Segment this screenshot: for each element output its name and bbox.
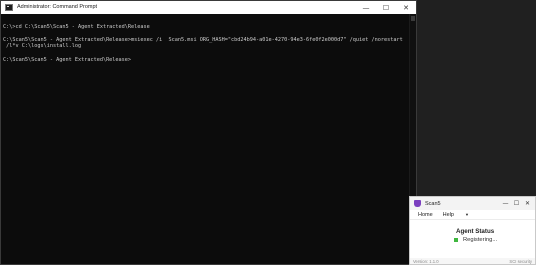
- console-prompt-line: C:\Scan5\Scan5 - Agent Extracted\Release…: [3, 56, 132, 63]
- close-button[interactable]: ✕: [522, 197, 533, 210]
- maximize-button[interactable]: ☐: [511, 197, 522, 210]
- command-prompt-window: Administrator: Command Prompt — ☐ ✕ C:\>…: [0, 0, 417, 265]
- cmd-window-title: Administrator: Command Prompt: [17, 4, 98, 10]
- vendor-label: SCI security: [509, 258, 532, 264]
- close-button[interactable]: ✕: [396, 1, 416, 14]
- terminal-icon: [5, 4, 13, 11]
- agent-status-row: Registering...: [454, 237, 497, 243]
- console-line: C:\>cd C:\Scan5\Scan5 - Agent Extracted\…: [3, 23, 150, 30]
- scan5-titlebar[interactable]: Scan5 — ☐ ✕: [410, 197, 535, 210]
- scan5-footer: Version: 1.1.0 SCI security: [410, 258, 535, 264]
- maximize-button[interactable]: ☐: [376, 1, 396, 14]
- version-label: Version: 1.1.0: [413, 258, 439, 264]
- scan5-window: Scan5 — ☐ ✕ Home Help ▼ Agent Status Regi…: [409, 196, 536, 265]
- agent-status-heading: Agent Status: [456, 228, 495, 235]
- cmd-window-controls: — ☐ ✕: [356, 1, 416, 14]
- console-line: C:\Scan5\Scan5 - Agent Extracted\Release…: [3, 36, 403, 43]
- cmd-titlebar[interactable]: Administrator: Command Prompt — ☐ ✕: [1, 1, 416, 14]
- menu-help-label: Help: [442, 211, 454, 218]
- console-output[interactable]: C:\>cd C:\Scan5\Scan5 - Agent Extracted\…: [1, 14, 410, 264]
- scan5-menu-bar: Home Help ▼: [410, 210, 535, 220]
- chevron-down-icon: ▼: [464, 211, 469, 217]
- menu-home[interactable]: Home: [418, 212, 433, 218]
- minimize-button[interactable]: —: [356, 1, 376, 14]
- scan5-shield-icon: [414, 200, 421, 207]
- agent-status-text: Registering...: [463, 237, 498, 243]
- minimize-button[interactable]: —: [500, 197, 511, 210]
- scan5-window-title: Scan5: [425, 200, 441, 207]
- scan5-window-controls: — ☐ ✕: [500, 197, 533, 210]
- status-indicator-icon: [454, 238, 458, 242]
- console-line: /l*v C:\logs\install.log: [3, 43, 82, 50]
- scrollbar-thumb[interactable]: [411, 16, 415, 21]
- menu-help[interactable]: Help ▼: [443, 212, 479, 218]
